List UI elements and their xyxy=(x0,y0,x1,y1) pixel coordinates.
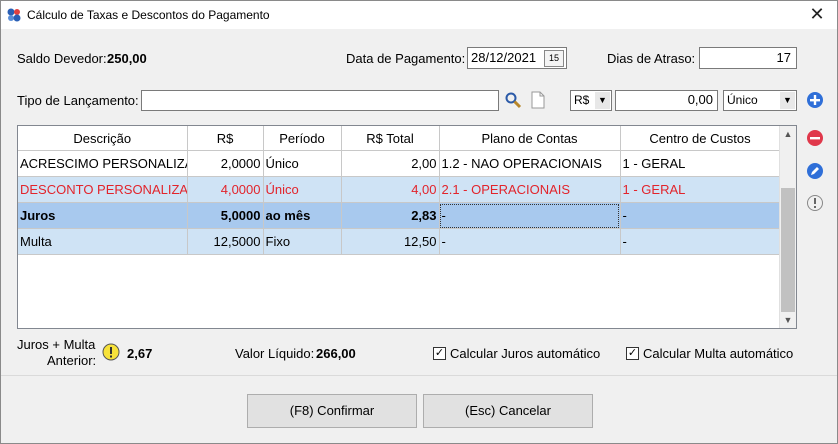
dias-atraso-field[interactable]: 17 xyxy=(699,47,797,69)
cell-plano-contas: 2.1 - OPERACIONAIS xyxy=(439,176,621,203)
chevron-down-icon: ▼ xyxy=(595,92,610,109)
document-icon[interactable] xyxy=(530,91,546,109)
cell-total: 2,00 xyxy=(341,150,440,177)
col-total[interactable]: R$ Total xyxy=(341,126,440,151)
period-value: Único xyxy=(727,93,758,107)
search-icon[interactable] xyxy=(504,91,522,109)
currency-value: R$ xyxy=(574,93,590,107)
amount-input[interactable]: 0,00 xyxy=(615,90,718,111)
calc-juros-label[interactable]: Calcular Juros automático xyxy=(450,346,600,361)
table-row[interactable]: DESCONTO PERSONALIZA 4,0000 Único 4,00 2… xyxy=(18,176,781,203)
cell-valor: 4,0000 xyxy=(187,176,264,203)
cell-descricao: DESCONTO PERSONALIZA xyxy=(18,176,188,203)
data-pagamento-value: 28/12/2021 xyxy=(471,50,537,65)
saldo-value: 250,00 xyxy=(107,51,147,66)
valor-liquido-value: 266,00 xyxy=(316,346,356,361)
calc-multa-label[interactable]: Calcular Multa automático xyxy=(643,346,793,361)
cell-centro-custos: - xyxy=(620,202,781,229)
app-logo-icon xyxy=(7,8,21,22)
juros-multa-label: Juros + Multa xyxy=(17,337,96,352)
col-periodo[interactable]: Período xyxy=(263,126,342,151)
info-icon[interactable] xyxy=(806,194,824,212)
valor-liquido-label: Valor Líquido: xyxy=(235,346,315,361)
juros-multa-value: 2,67 xyxy=(127,346,153,361)
cell-plano-contas: - xyxy=(439,202,621,229)
data-pagamento-label: Data de Pagamento: xyxy=(346,51,466,66)
cell-periodo: Único xyxy=(263,150,342,177)
cell-plano-contas: 1.2 - NAO OPERACIONAIS xyxy=(439,150,621,177)
edit-icon[interactable] xyxy=(806,162,824,180)
cell-descricao: Multa xyxy=(18,228,188,255)
cell-total: 4,00 xyxy=(341,176,440,203)
table-row-selected[interactable]: Juros 5,0000 ao mês 2,83 - - xyxy=(18,202,781,229)
juros-multa-label-2: Anterior: xyxy=(47,353,97,368)
cell-centro-custos: 1 - GERAL xyxy=(620,176,781,203)
col-descricao[interactable]: Descrição xyxy=(18,126,188,151)
dias-atraso-label: Dias de Atraso: xyxy=(607,51,696,66)
cell-centro-custos: 1 - GERAL xyxy=(620,150,781,177)
scroll-up-icon[interactable]: ▲ xyxy=(780,126,796,142)
col-valor[interactable]: R$ xyxy=(187,126,264,151)
cancel-button[interactable]: (Esc) Cancelar xyxy=(423,394,593,428)
cell-centro-custos: - xyxy=(620,228,781,255)
scroll-thumb[interactable] xyxy=(781,188,795,312)
launches-table[interactable]: Descrição R$ Período R$ Total Plano de C… xyxy=(17,125,797,329)
remove-icon[interactable] xyxy=(806,129,824,147)
col-plano-contas[interactable]: Plano de Contas xyxy=(439,126,621,151)
tipo-lancamento-label: Tipo de Lançamento: xyxy=(17,93,139,108)
vertical-scrollbar[interactable]: ▲ ▼ xyxy=(779,126,796,328)
scroll-down-icon[interactable]: ▼ xyxy=(780,312,796,328)
footer-divider xyxy=(1,375,837,376)
period-select[interactable]: Único ▼ xyxy=(723,90,797,111)
confirm-button[interactable]: (F8) Confirmar xyxy=(247,394,417,428)
cell-periodo: Fixo xyxy=(263,228,342,255)
calc-juros-checkbox[interactable]: ✓ xyxy=(433,347,446,360)
calendar-icon[interactable]: 15 xyxy=(544,50,564,67)
cell-total: 2,83 xyxy=(341,202,440,229)
data-pagamento-field[interactable]: 28/12/2021 15 xyxy=(467,47,567,69)
currency-select[interactable]: R$ ▼ xyxy=(570,90,612,111)
window-title: Cálculo de Taxas e Descontos do Pagament… xyxy=(27,8,270,22)
table-row[interactable]: Multa 12,5000 Fixo 12,50 - - xyxy=(18,228,781,255)
cell-descricao: ACRESCIMO PERSONALIZA xyxy=(18,150,188,177)
cell-descricao: Juros xyxy=(18,202,188,229)
table-row[interactable]: ACRESCIMO PERSONALIZA 2,0000 Único 2,00 … xyxy=(18,150,781,177)
col-centro-custos[interactable]: Centro de Custos xyxy=(620,126,781,151)
cell-periodo: Único xyxy=(263,176,342,203)
add-icon[interactable] xyxy=(806,91,824,109)
dialog-window: Cálculo de Taxas e Descontos do Pagament… xyxy=(0,0,838,444)
cell-plano-contas: - xyxy=(439,228,621,255)
cell-valor: 12,5000 xyxy=(187,228,264,255)
title-bar: Cálculo de Taxas e Descontos do Pagament… xyxy=(1,1,837,29)
cell-valor: 2,0000 xyxy=(187,150,264,177)
cell-valor: 5,0000 xyxy=(187,202,264,229)
table-header-row: Descrição R$ Período R$ Total Plano de C… xyxy=(18,126,781,151)
saldo-label: Saldo Devedor: xyxy=(17,51,107,66)
cell-total: 12,50 xyxy=(341,228,440,255)
warning-icon xyxy=(102,343,120,361)
cell-periodo: ao mês xyxy=(263,202,342,229)
chevron-down-icon: ▼ xyxy=(780,92,795,109)
calc-multa-checkbox[interactable]: ✓ xyxy=(626,347,639,360)
tipo-lancamento-input[interactable] xyxy=(141,90,499,111)
close-icon[interactable]: ✕ xyxy=(805,3,829,25)
